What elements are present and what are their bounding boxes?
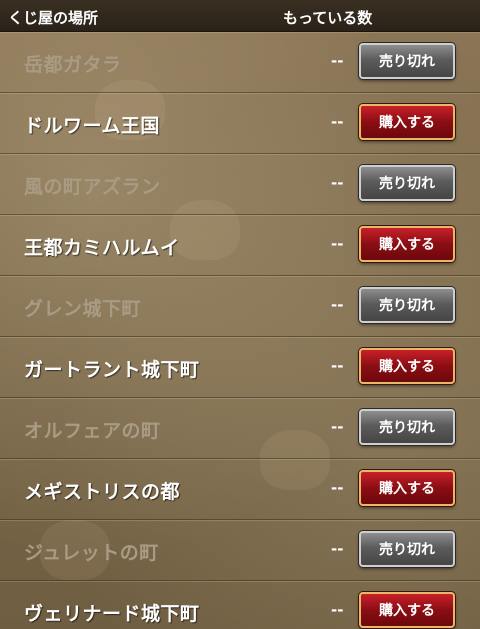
- location-name: 王都カミハルムイ: [24, 237, 180, 259]
- owned-count: --: [331, 235, 344, 253]
- sold-out-button[interactable]: 売り切れ: [359, 43, 455, 79]
- sold-out-button[interactable]: 売り切れ: [359, 287, 455, 323]
- list-item: メギストリスの都 -- 購入する: [0, 459, 480, 520]
- location-name: ガートラント城下町: [24, 359, 200, 381]
- buy-button[interactable]: 購入する: [359, 104, 455, 140]
- buy-button[interactable]: 購入する: [359, 348, 455, 384]
- location-name: 岳都ガタラ: [24, 54, 122, 76]
- sold-out-button[interactable]: 売り切れ: [359, 531, 455, 567]
- owned-count: --: [331, 479, 344, 497]
- location-name: グレン城下町: [24, 298, 142, 320]
- table-header: くじ屋の場所 もっている数: [0, 0, 480, 32]
- header-count-label: もっている数: [283, 9, 373, 27]
- buy-button[interactable]: 購入する: [359, 470, 455, 506]
- list-item: オルフェアの町 -- 売り切れ: [0, 398, 480, 459]
- list-item: ドルワーム王国 -- 購入する: [0, 93, 480, 154]
- owned-count: --: [331, 52, 344, 70]
- location-name: オルフェアの町: [24, 420, 161, 442]
- location-name: 風の町アズラン: [24, 176, 161, 198]
- list-item: ヴェリナード城下町 -- 購入する: [0, 581, 480, 629]
- owned-count: --: [331, 113, 344, 131]
- lottery-shop-panel: くじ屋の場所 もっている数 岳都ガタラ -- 売り切れ ドルワーム王国 -- 購…: [0, 0, 480, 629]
- list-item: 岳都ガタラ -- 売り切れ: [0, 32, 480, 93]
- owned-count: --: [331, 418, 344, 436]
- location-name: ジュレットの町: [24, 542, 159, 564]
- shop-location-list: 岳都ガタラ -- 売り切れ ドルワーム王国 -- 購入する 風の町アズラン --…: [0, 32, 480, 629]
- list-item: 風の町アズラン -- 売り切れ: [0, 154, 480, 215]
- sold-out-button[interactable]: 売り切れ: [359, 165, 455, 201]
- list-item: ジュレットの町 -- 売り切れ: [0, 520, 480, 581]
- owned-count: --: [331, 296, 344, 314]
- location-name: メギストリスの都: [24, 481, 181, 503]
- list-item: ガートラント城下町 -- 購入する: [0, 337, 480, 398]
- list-item: 王都カミハルムイ -- 購入する: [0, 215, 480, 276]
- owned-count: --: [331, 174, 344, 192]
- buy-button[interactable]: 購入する: [359, 592, 455, 628]
- owned-count: --: [331, 357, 344, 375]
- location-name: ドルワーム王国: [24, 115, 160, 137]
- owned-count: --: [331, 540, 344, 558]
- list-item: グレン城下町 -- 売り切れ: [0, 276, 480, 337]
- location-name: ヴェリナード城下町: [24, 603, 200, 625]
- sold-out-button[interactable]: 売り切れ: [359, 409, 455, 445]
- header-place-label: くじ屋の場所: [8, 9, 99, 27]
- buy-button[interactable]: 購入する: [359, 226, 455, 262]
- owned-count: --: [331, 601, 344, 619]
